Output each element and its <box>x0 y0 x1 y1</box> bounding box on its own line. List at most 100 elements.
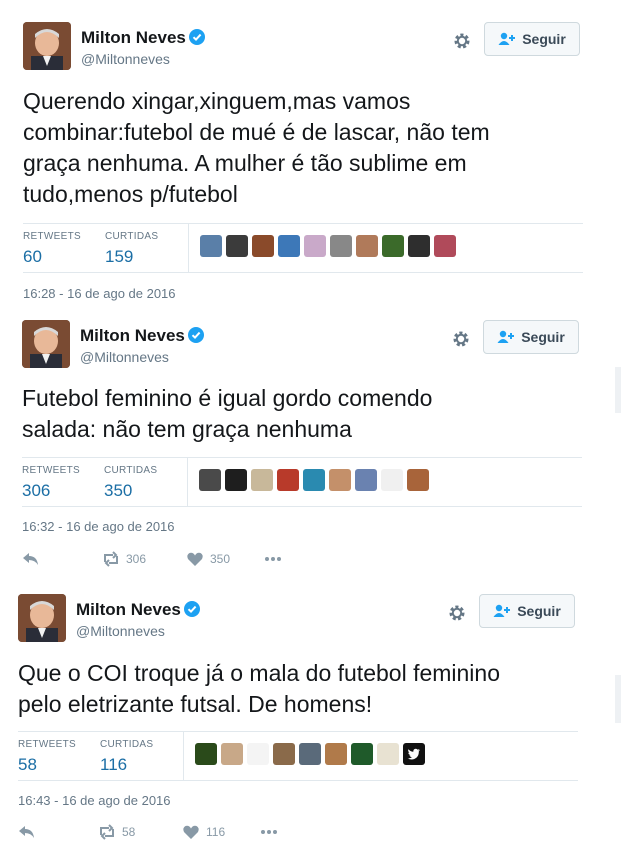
likes-label: CURTIDAS <box>104 465 158 476</box>
gear-icon[interactable] <box>451 329 471 349</box>
tweet-header: Milton Neves @Miltonneves Seguir <box>22 320 621 376</box>
likes-count: 350 <box>104 481 133 500</box>
retweets-count: 60 <box>23 247 42 266</box>
liker-avatar[interactable] <box>221 743 243 765</box>
tweet-text: Futebol feminino é igual gordo comendo s… <box>22 383 602 445</box>
liker-avatar[interactable] <box>251 469 273 491</box>
tweet-text-line: salada: não tem graça nenhuma <box>22 416 352 442</box>
retweets-count: 306 <box>22 481 51 500</box>
timestamp[interactable]: 16:43 - 16 de ago de 2016 <box>18 793 171 808</box>
liker-avatar[interactable] <box>226 235 248 257</box>
more-icon <box>261 830 277 834</box>
tweet-header: Milton Neves @Miltonneves Seguir <box>23 22 621 78</box>
liker-avatar[interactable] <box>377 743 399 765</box>
liker-avatar[interactable] <box>434 235 456 257</box>
twitter-bird-icon[interactable] <box>403 743 425 765</box>
liker-avatar[interactable] <box>356 235 378 257</box>
more-button[interactable] <box>260 824 278 840</box>
liker-avatars <box>199 469 429 491</box>
tweet-text: Que o COI troque já o mala do futebol fe… <box>18 658 608 720</box>
stats-divider <box>188 224 189 272</box>
liker-avatar[interactable] <box>273 743 295 765</box>
follow-button[interactable]: Seguir <box>483 320 579 354</box>
follow-button[interactable]: Seguir <box>479 594 575 628</box>
retweet-button[interactable]: 306 <box>102 551 186 567</box>
retweet-stat[interactable]: RETWEETS 306 <box>22 465 80 501</box>
author-handle[interactable]: @Miltonneves <box>81 51 170 67</box>
follow-person-icon <box>493 604 511 617</box>
likes-label: CURTIDAS <box>100 739 154 750</box>
liker-avatar[interactable] <box>303 469 325 491</box>
tweet-actions: 58 116 <box>18 824 278 840</box>
retweet-stat[interactable]: RETWEETS 60 <box>23 231 81 267</box>
tweet-text-line: Futebol feminino é igual gordo comendo <box>22 385 433 411</box>
liker-avatar[interactable] <box>225 469 247 491</box>
liker-avatar[interactable] <box>351 743 373 765</box>
tweet-text-line: combinar:futebol de mué é de lascar, não… <box>23 119 490 145</box>
more-button[interactable] <box>264 551 282 567</box>
author-name[interactable]: Milton Neves <box>81 28 205 48</box>
verified-badge-icon <box>188 29 205 45</box>
tweet-1: Milton Neves @Miltonneves Seguir Querend… <box>23 22 621 301</box>
gear-icon[interactable] <box>452 31 472 51</box>
tweet-text-line: Que o COI troque já o mala do futebol fe… <box>18 660 501 686</box>
author-name[interactable]: Milton Neves <box>76 600 200 620</box>
tweet-stats: RETWEETS 60 CURTIDAS 159 <box>23 223 583 273</box>
follow-button[interactable]: Seguir <box>484 22 580 56</box>
gear-icon[interactable] <box>447 603 467 623</box>
scroll-edge <box>615 367 621 413</box>
retweets-label: RETWEETS <box>23 231 81 242</box>
liker-avatar[interactable] <box>381 469 403 491</box>
tweet-3: Milton Neves @Miltonneves Seguir Que o C… <box>18 594 618 840</box>
liker-avatar[interactable] <box>325 743 347 765</box>
verified-badge-icon <box>183 601 200 617</box>
reply-button[interactable] <box>18 824 98 840</box>
stats-divider <box>183 732 184 780</box>
author-handle[interactable]: @Miltonneves <box>80 349 169 365</box>
liker-avatar[interactable] <box>195 743 217 765</box>
follow-label: Seguir <box>522 31 566 47</box>
avatar[interactable] <box>23 22 71 70</box>
liker-avatar[interactable] <box>330 235 352 257</box>
liker-avatar[interactable] <box>200 235 222 257</box>
liker-avatar[interactable] <box>407 469 429 491</box>
like-button[interactable]: 350 <box>186 551 264 567</box>
liker-avatar[interactable] <box>299 743 321 765</box>
liker-avatar[interactable] <box>355 469 377 491</box>
liker-avatar[interactable] <box>382 235 404 257</box>
reply-icon <box>23 553 38 565</box>
liker-avatar[interactable] <box>247 743 269 765</box>
liker-avatar[interactable] <box>278 235 300 257</box>
verified-badge-icon <box>187 327 204 343</box>
tweet-stats: RETWEETS 58 CURTIDAS 116 <box>18 731 578 781</box>
like-button[interactable]: 116 <box>182 824 260 840</box>
timestamp[interactable]: 16:32 - 16 de ago de 2016 <box>22 519 175 534</box>
likes-label: CURTIDAS <box>105 231 159 242</box>
retweet-button[interactable]: 58 <box>98 824 182 840</box>
likes-stat[interactable]: CURTIDAS 159 <box>105 231 158 267</box>
scroll-edge <box>615 675 621 723</box>
liker-avatar[interactable] <box>252 235 274 257</box>
stats-divider <box>187 458 188 506</box>
likes-count: 116 <box>100 755 128 774</box>
tweet-text: Querendo xingar,xinguem,mas vamos combin… <box>23 86 603 210</box>
reply-button[interactable] <box>22 551 102 567</box>
liker-avatars <box>195 743 425 765</box>
timestamp[interactable]: 16:28 - 16 de ago de 2016 <box>23 286 176 301</box>
heart-icon <box>183 825 199 839</box>
follow-person-icon <box>497 330 515 343</box>
avatar[interactable] <box>18 594 66 642</box>
liker-avatar[interactable] <box>199 469 221 491</box>
author-name[interactable]: Milton Neves <box>80 326 204 346</box>
retweet-stat[interactable]: RETWEETS 58 <box>18 739 76 775</box>
avatar[interactable] <box>22 320 70 368</box>
author-handle[interactable]: @Miltonneves <box>76 623 165 639</box>
liker-avatar[interactable] <box>408 235 430 257</box>
likes-stat[interactable]: CURTIDAS 116 <box>100 739 153 775</box>
liker-avatar[interactable] <box>304 235 326 257</box>
likes-stat[interactable]: CURTIDAS 350 <box>104 465 157 501</box>
liker-avatar[interactable] <box>277 469 299 491</box>
retweet-count: 306 <box>126 552 147 566</box>
reply-icon <box>19 826 34 838</box>
liker-avatar[interactable] <box>329 469 351 491</box>
